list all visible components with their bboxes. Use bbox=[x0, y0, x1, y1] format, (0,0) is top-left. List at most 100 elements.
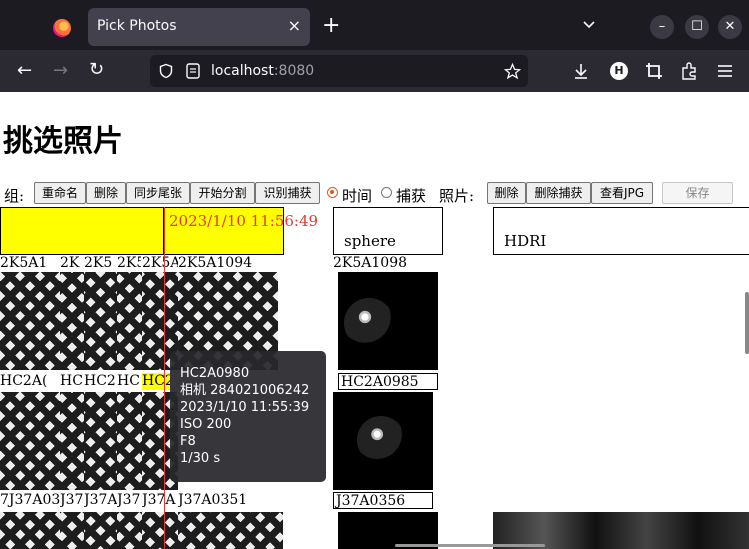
photo-filename[interactable]: HC bbox=[117, 373, 142, 390]
photo-thumbnail[interactable] bbox=[84, 272, 117, 370]
photo-thumbnail[interactable] bbox=[60, 392, 84, 490]
sphere-image bbox=[344, 298, 394, 348]
crop-icon[interactable] bbox=[645, 62, 663, 80]
tooltip-shutter: 1/30 s bbox=[180, 451, 221, 466]
photo-filename[interactable]: 2K5A1 bbox=[0, 255, 60, 272]
photo-filename[interactable]: HC2A( bbox=[0, 373, 60, 390]
photo-filename[interactable]: 2K5 bbox=[84, 255, 116, 272]
photo-thumbnail[interactable] bbox=[117, 272, 142, 370]
toolbar: 组: 重命名 删除 同步尾张 开始分割 识别捕获 时间 捕获 照片: 删除 删除… bbox=[0, 180, 749, 208]
sort-capture-label[interactable]: 捕获 bbox=[396, 185, 426, 206]
timeline-group-header-right[interactable]: 2023/1/10 11:56:49 bbox=[164, 207, 318, 255]
tab-title: Pick Photos bbox=[97, 18, 177, 34]
photo-filename[interactable]: 2K5A1094 bbox=[178, 255, 278, 272]
page-info-icon[interactable] bbox=[186, 63, 200, 79]
photo-thumbnail[interactable] bbox=[0, 392, 60, 490]
start-split-button[interactable]: 开始分割 bbox=[190, 182, 255, 204]
photo-thumbnail[interactable] bbox=[60, 512, 84, 549]
address-bar[interactable]: localhost:8080 bbox=[150, 55, 528, 87]
minimize-icon[interactable]: – bbox=[650, 15, 674, 39]
chevron-down-icon[interactable] bbox=[581, 16, 597, 32]
view-jpg-button[interactable]: 查看JPG bbox=[591, 182, 653, 204]
sort-capture-radio[interactable] bbox=[381, 187, 392, 198]
url-text: localhost:8080 bbox=[211, 63, 314, 79]
tab-strip: Pick Photos × + – ☐ ✕ bbox=[0, 0, 749, 50]
photo-filename[interactable]: HC2A0985 bbox=[338, 373, 438, 390]
photo-filename-selected[interactable]: HC2 bbox=[142, 373, 170, 390]
timeline-group-header[interactable] bbox=[0, 207, 164, 255]
horizontal-scrollbar[interactable] bbox=[395, 544, 545, 547]
sort-time-radio[interactable] bbox=[327, 187, 338, 198]
photo-filename[interactable]: J37A bbox=[84, 492, 117, 509]
tooltip-camera: 相机 284021006242 bbox=[180, 383, 310, 398]
extensions-icon[interactable] bbox=[680, 62, 698, 80]
photo-thumbnail[interactable] bbox=[142, 512, 178, 549]
hdri-group-label: HDRI bbox=[504, 232, 547, 250]
page-content: 挑选照片 组: 重命名 删除 同步尾张 开始分割 识别捕获 时间 捕获 照片: … bbox=[0, 92, 749, 549]
photo-thumbnail[interactable] bbox=[60, 272, 84, 370]
photo-thumbnail[interactable] bbox=[84, 392, 117, 490]
timeline-time: 2023/1/10 11:56:49 bbox=[169, 212, 319, 230]
photo-thumbnail[interactable] bbox=[0, 272, 60, 370]
photo-filename[interactable]: J37 bbox=[60, 492, 84, 509]
sphere-group-header[interactable]: sphere bbox=[333, 207, 443, 255]
photo-label: 照片: bbox=[439, 187, 475, 205]
back-icon[interactable]: ← bbox=[17, 62, 32, 80]
url-host: localhost bbox=[211, 63, 274, 79]
group-label: 组: bbox=[4, 187, 25, 205]
photo-filename[interactable]: J37A0351 bbox=[178, 492, 278, 509]
photo-thumbnail[interactable] bbox=[117, 512, 142, 549]
tooltip-filename: HC2A0980 bbox=[180, 366, 250, 381]
delete-photo-button[interactable]: 删除 bbox=[487, 182, 526, 204]
url-port: :8080 bbox=[273, 63, 315, 79]
delete-group-button[interactable]: 删除 bbox=[86, 182, 126, 204]
photo-filename[interactable]: 2K5A1098 bbox=[333, 255, 433, 272]
photo-filename[interactable]: 2K5A bbox=[142, 255, 178, 272]
sphere-group-label: sphere bbox=[344, 232, 396, 250]
photo-filename[interactable]: 7J37A03 bbox=[0, 492, 60, 509]
close-window-icon[interactable]: ✕ bbox=[718, 15, 742, 39]
photo-thumbnail[interactable] bbox=[84, 512, 117, 549]
delete-capture-button[interactable]: 删除捕获 bbox=[526, 182, 591, 204]
reload-icon[interactable]: ↻ bbox=[89, 61, 104, 79]
new-tab-icon[interactable]: + bbox=[322, 15, 340, 37]
menu-icon[interactable] bbox=[717, 63, 733, 79]
tooltip-iso: ISO 200 bbox=[180, 417, 232, 432]
tooltip-aperture: F8 bbox=[180, 434, 196, 449]
sync-last-button[interactable]: 同步尾张 bbox=[126, 182, 190, 204]
photo-filename[interactable]: 2K bbox=[60, 255, 82, 272]
downloads-icon[interactable] bbox=[572, 62, 590, 80]
photo-filename[interactable]: J37A bbox=[142, 492, 178, 509]
browser-chrome: Pick Photos × + – ☐ ✕ ← → ↻ localhost:80… bbox=[0, 0, 749, 92]
tab-pick-photos[interactable]: Pick Photos × bbox=[88, 8, 310, 46]
firefox-icon[interactable] bbox=[53, 19, 71, 37]
photo-filename[interactable]: J37A0356 bbox=[333, 492, 433, 509]
save-button[interactable]: 保存 bbox=[662, 182, 733, 204]
photo-thumbnail[interactable] bbox=[178, 512, 283, 549]
forward-icon[interactable]: → bbox=[53, 62, 68, 80]
sort-time-label[interactable]: 时间 bbox=[342, 185, 372, 206]
photo-filename[interactable]: J37 bbox=[117, 492, 142, 509]
time-cursor-line bbox=[164, 207, 165, 549]
tooltip-time: 2023/1/10 11:55:39 bbox=[180, 400, 310, 415]
close-tab-icon[interactable]: × bbox=[288, 16, 301, 35]
photo-filename[interactable]: 2K5 bbox=[117, 255, 141, 272]
shield-icon[interactable] bbox=[158, 63, 174, 79]
rename-button[interactable]: 重命名 bbox=[34, 182, 86, 204]
sphere-image bbox=[357, 416, 405, 464]
photo-thumbnail[interactable] bbox=[117, 392, 142, 490]
hdri-group-header[interactable]: HDRI bbox=[493, 207, 749, 255]
detect-capture-button[interactable]: 识别捕获 bbox=[255, 182, 320, 204]
sphere-thumbnail[interactable] bbox=[338, 272, 438, 370]
photo-thumbnail[interactable] bbox=[0, 512, 60, 549]
navigation-bar: ← → ↻ localhost:8080 H bbox=[0, 50, 749, 92]
account-avatar[interactable]: H bbox=[610, 62, 628, 80]
photo-filename[interactable]: HC bbox=[60, 373, 84, 390]
photo-filename[interactable]: HC2 bbox=[84, 373, 117, 390]
maximize-icon[interactable]: ☐ bbox=[685, 15, 709, 39]
bookmark-star-icon[interactable] bbox=[504, 63, 521, 80]
photo-info-tooltip: HC2A0980 相机 284021006242 2023/1/10 11:55… bbox=[170, 351, 326, 482]
vertical-scrollbar[interactable] bbox=[745, 292, 749, 354]
sphere-thumbnail[interactable] bbox=[333, 392, 433, 490]
page-title: 挑选照片 bbox=[3, 124, 123, 159]
